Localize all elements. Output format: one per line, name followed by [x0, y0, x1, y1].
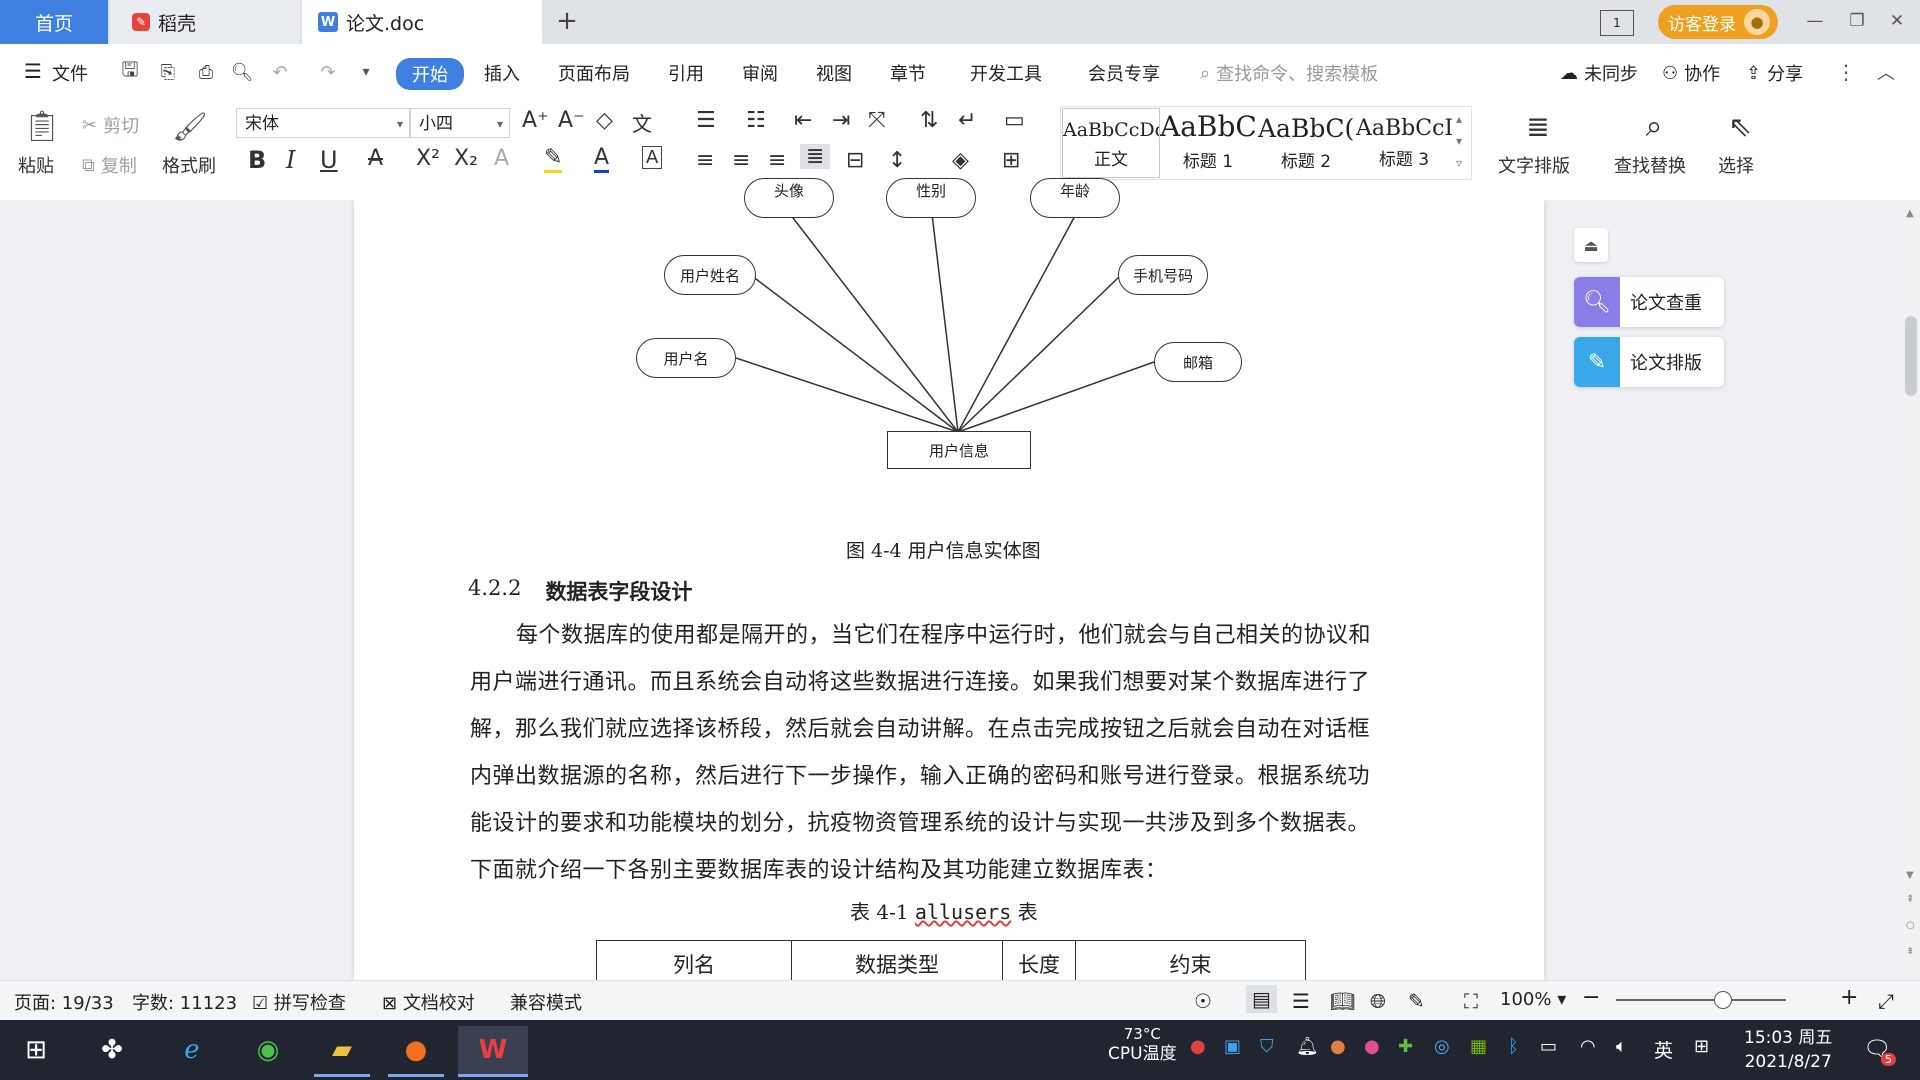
compat-mode: 兼容模式 — [510, 993, 582, 1014]
battery-icon[interactable]: ▭ — [1540, 1036, 1557, 1057]
spell-check[interactable]: ☑ 拼写检查 — [252, 989, 346, 1015]
entity-user-info: 用户信息 — [887, 431, 1031, 469]
web-view-icon[interactable]: 🌐︎ — [1370, 989, 1386, 1013]
app-icon-1[interactable]: ✤ — [84, 1026, 140, 1074]
body-paragraph: 每个数据库的使用都是隔开的，当它们在程序中运行时，他们就会与自己相关的协议和 用… — [470, 612, 1435, 894]
outline-view-icon[interactable]: ☰ — [1292, 989, 1310, 1013]
panel-collapse-button[interactable]: ⏏ — [1574, 228, 1608, 262]
table-header-cell: 约束 — [1169, 953, 1212, 977]
section-heading: 4.2.2 数据表字段设计 — [468, 576, 693, 604]
clock[interactable]: 15:03 周五 2021/8/27 — [1744, 1026, 1832, 1074]
tray-icon-3[interactable]: ● — [1330, 1036, 1346, 1057]
file-explorer-icon[interactable]: ▰ — [314, 1026, 370, 1077]
paper-layout-icon: ✎ — [1574, 337, 1620, 387]
zoom-slider-handle[interactable] — [1714, 991, 1732, 1009]
table-header-cell: 列名 — [597, 941, 792, 981]
next-page-icon[interactable]: ⇟ — [1906, 946, 1914, 957]
table-caption: 表 4-1 allusers 表 — [850, 900, 1038, 924]
notification-count: 5 — [1881, 1053, 1896, 1066]
paper-layout-button[interactable]: ✎ 论文排版 — [1574, 337, 1724, 387]
bell-icon[interactable]: 🔔︎ — [1296, 1036, 1319, 1057]
vertical-scrollbar[interactable]: ▲ ▼ ⇞ ○ ⇟ — [1902, 200, 1920, 980]
proof-icon: ⊠ — [382, 993, 403, 1014]
paragraph-line: 下面就介绍一下各别主要数据库表的设计结构及其功能建立数据库表： — [470, 858, 1168, 883]
paragraph-line: 用户端进行通讯。而且系统会自动将这些数据进行连接。如果我们想要对某个数据库进行了 — [470, 670, 1371, 695]
table-header-cell: 长度 — [1003, 941, 1076, 981]
zoom-in-icon[interactable]: + — [1840, 985, 1858, 1010]
reading-view-icon[interactable]: 📖︎ — [1330, 989, 1355, 1013]
shield-icon[interactable]: ⛉ — [1260, 1036, 1274, 1057]
fullscreen-icon[interactable]: ⤢ — [1878, 989, 1894, 1013]
ime-grid-icon[interactable]: ⊞ — [1694, 1036, 1709, 1057]
word-count[interactable]: 字数: 11123 — [132, 989, 237, 1015]
tray-icon-2[interactable]: ▣ — [1224, 1036, 1241, 1057]
scroll-down-icon[interactable]: ▼ — [1906, 870, 1914, 881]
nvidia-icon[interactable]: ▦ — [1470, 1036, 1487, 1057]
tray-icon-1[interactable]: ● — [1190, 1036, 1206, 1057]
paragraph-line: 解，那么我们就应选择该桥段，然后就会自动讲解。在点击完成按钮之后就会自动在对话框 — [470, 717, 1371, 742]
prev-page-icon[interactable]: ⇞ — [1906, 894, 1914, 905]
table-header-cell: 数据类型 — [792, 941, 1003, 981]
paragraph-line: 内弹出数据源的名称，然后进行下一步操作，输入正确的密码和账号进行登录。根据系统功 — [470, 764, 1371, 789]
page-top-cover — [354, 178, 1544, 200]
tray-icon-4[interactable]: ● — [1364, 1036, 1380, 1057]
tray-icon-5[interactable]: ✚ — [1398, 1036, 1413, 1057]
tray-icon-6[interactable]: ◎ — [1434, 1036, 1450, 1057]
write-view-icon[interactable]: ✎ — [1408, 989, 1425, 1013]
attr-username: 用户名 — [636, 338, 736, 378]
fit-page-icon[interactable]: ⛶ — [1464, 989, 1478, 1013]
volume-icon[interactable]: 🔈︎ — [1616, 1036, 1627, 1057]
paper-check-button[interactable]: 🔍︎ 论文查重 — [1574, 277, 1724, 327]
zoom-select[interactable]: 100% ▾ — [1500, 989, 1566, 1010]
paper-check-icon: 🔍︎ — [1574, 277, 1620, 327]
checkbox-icon: ☑ — [252, 993, 274, 1014]
scroll-up-icon[interactable]: ▲ — [1906, 208, 1914, 219]
bluetooth-icon[interactable]: ᛒ — [1508, 1036, 1519, 1057]
figure-caption: 图 4-4 用户信息实体图 — [846, 540, 1041, 562]
cpu-temp: 73°C CPU温度 — [1108, 1025, 1177, 1064]
browser-green-icon[interactable]: ◉ — [240, 1026, 296, 1074]
app-icon-mask[interactable]: ● — [388, 1026, 444, 1077]
wps-taskbar-icon[interactable]: W — [458, 1026, 528, 1077]
browse-object-icon[interactable]: ○ — [1906, 920, 1915, 931]
browser-icon[interactable]: ℯ — [164, 1026, 220, 1074]
attr-email: 邮箱 — [1154, 342, 1242, 382]
notification-icon[interactable]: 🗨︎ 5 — [1862, 1034, 1896, 1066]
zoom-slider[interactable] — [1616, 991, 1786, 1009]
attr-user-realname: 用户姓名 — [664, 255, 756, 295]
document-proof[interactable]: ⊠ 文档校对 — [382, 989, 475, 1015]
paragraph-line: 能设计的要求和功能模块的划分，抗疫物资管理系统的设计与实现一共涉及到多个数据表。 — [470, 811, 1371, 836]
start-button[interactable]: ⊞ — [8, 1026, 64, 1074]
windows-taskbar: ⊞ ✤ ℯ ◉ ▰ ● W 73°C CPU温度 ● ▣ ⛉ 🔔︎ ● ● ✚ … — [0, 1020, 1920, 1080]
allusers-table-header: 列名 数据类型 长度 约束 — [596, 940, 1306, 981]
attr-phone: 手机号码 — [1118, 255, 1208, 295]
scroll-thumb[interactable] — [1905, 316, 1917, 396]
status-bar: 页面: 19/33 字数: 11123 ☑ 拼写检查 ⊠ 文档校对 兼容模式 ☉… — [0, 980, 1920, 1021]
page-indicator[interactable]: 页面: 19/33 — [14, 989, 114, 1015]
eye-protect-icon[interactable]: ☉ — [1194, 989, 1212, 1013]
ime-indicator[interactable]: 英 — [1654, 1036, 1673, 1063]
page-view-icon[interactable]: ▤ — [1246, 985, 1277, 1013]
wifi-icon[interactable]: ◠ — [1580, 1036, 1596, 1057]
paragraph-line: 每个数据库的使用都是隔开的，当它们在程序中运行时，他们就会与自己相关的协议和 — [516, 623, 1372, 648]
zoom-out-icon[interactable]: − — [1582, 985, 1600, 1010]
